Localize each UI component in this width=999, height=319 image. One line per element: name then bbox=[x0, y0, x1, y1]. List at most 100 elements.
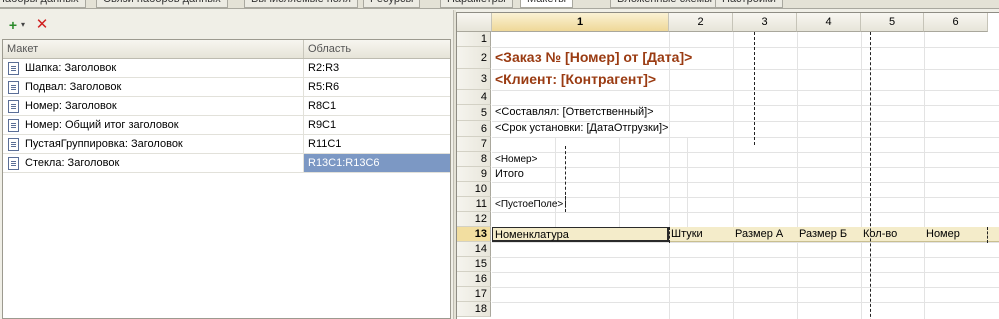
toolbar: + ▾ ✕ bbox=[0, 10, 453, 39]
layout-name: Номер: Общий итог заголовок bbox=[25, 119, 179, 131]
layout-area-cell[interactable]: R11C1 bbox=[304, 135, 450, 153]
row-header[interactable]: 6 bbox=[457, 121, 491, 137]
row-header[interactable]: 8 bbox=[457, 152, 491, 167]
table-row[interactable]: Подвал: Заголовок R5:R6 bbox=[3, 78, 450, 97]
section-boundary bbox=[669, 227, 670, 243]
layout-icon bbox=[8, 80, 19, 94]
tab-1[interactable]: Связи наборов данных bbox=[96, 0, 228, 8]
layout-name-cell[interactable]: Номер: Заголовок bbox=[3, 97, 304, 115]
row-header[interactable]: 7 bbox=[457, 137, 491, 152]
gridline bbox=[492, 47, 999, 48]
table-row[interactable]: Номер: Заголовок R8C1 bbox=[3, 97, 450, 116]
column-header[interactable]: 3 bbox=[733, 13, 797, 32]
gridline bbox=[492, 257, 999, 258]
layout-area-cell[interactable]: R5:R6 bbox=[304, 78, 450, 96]
client-title[interactable]: <Клиент: [Контрагент]> bbox=[495, 71, 656, 87]
layout-name-cell[interactable]: ПустаяГруппировка: Заголовок bbox=[3, 135, 304, 153]
gridline bbox=[492, 287, 999, 288]
tab-3[interactable]: Ресурсы bbox=[363, 0, 421, 8]
spreadsheet[interactable]: 1 2 3 4 5 6 1 2 3 4 5 6 7 8 9 10 11 12 13 14 15 16 17 18 Номенкл… bbox=[456, 12, 999, 319]
row-header[interactable]: 2 bbox=[457, 47, 491, 69]
layouts-panel: + ▾ ✕ Макет Область Шапка: Заголовок R2:R… bbox=[0, 10, 453, 319]
gridline bbox=[924, 32, 925, 319]
layout-area-cell[interactable]: R13C1:R13C6 bbox=[304, 154, 450, 172]
corner-cell bbox=[457, 13, 492, 32]
row-header[interactable]: 1 bbox=[457, 32, 491, 47]
band-cell[interactable]: Номенклатура bbox=[492, 227, 669, 242]
empty-field[interactable]: <ПустоеПоле> bbox=[495, 199, 563, 210]
tab-4[interactable]: Параметры bbox=[440, 0, 513, 8]
gridline bbox=[492, 90, 999, 91]
tab-7[interactable]: Настройки bbox=[715, 0, 783, 8]
row-header[interactable]: 18 bbox=[457, 302, 491, 317]
column-header[interactable]: 4 bbox=[797, 13, 861, 32]
layout-name-cell[interactable]: Номер: Общий итог заголовок bbox=[3, 116, 304, 134]
layout-icon bbox=[8, 118, 19, 132]
gridline bbox=[492, 152, 999, 153]
table-row[interactable]: Стекла: Заголовок R13C1:R13C6 bbox=[3, 154, 450, 173]
row-header[interactable]: 5 bbox=[457, 105, 491, 121]
gridline bbox=[733, 32, 734, 319]
layout-area-cell[interactable]: R2:R3 bbox=[304, 59, 450, 77]
gridline bbox=[492, 137, 999, 138]
row-header[interactable]: 13 bbox=[457, 227, 491, 242]
tab-0[interactable]: Наборы данных bbox=[0, 0, 86, 8]
row-header[interactable]: 11 bbox=[457, 197, 491, 212]
band-cell[interactable]: Размер Б bbox=[797, 227, 861, 242]
column-header[interactable]: 5 bbox=[861, 13, 924, 32]
gridline bbox=[492, 197, 999, 198]
number-field[interactable]: <Номер> bbox=[495, 154, 537, 165]
row-header[interactable]: 4 bbox=[457, 90, 491, 105]
layout-area-cell[interactable]: R8C1 bbox=[304, 97, 450, 115]
row-header[interactable]: 3 bbox=[457, 69, 491, 90]
delete-icon[interactable]: ✕ bbox=[33, 16, 51, 34]
row-header[interactable]: 14 bbox=[457, 242, 491, 257]
gridline bbox=[669, 32, 670, 319]
layout-icon bbox=[8, 99, 19, 113]
order-title[interactable]: <Заказ № [Номер] от [Дата]> bbox=[495, 49, 692, 65]
row-header[interactable]: 16 bbox=[457, 272, 491, 287]
layout-name-cell[interactable]: Подвал: Заголовок bbox=[3, 78, 304, 96]
tab-strip: Наборы данных Связи наборов данных Вычисля… bbox=[0, 0, 999, 9]
row-header[interactable]: 9 bbox=[457, 167, 491, 182]
dropdown-arrow-icon[interactable]: ▾ bbox=[18, 16, 28, 34]
column-header[interactable]: 6 bbox=[924, 13, 988, 32]
tab-6[interactable]: Вложенные схемы bbox=[610, 0, 720, 8]
gridline bbox=[619, 137, 620, 227]
layout-icon bbox=[8, 61, 19, 75]
section-boundary bbox=[565, 196, 566, 212]
gridline bbox=[797, 32, 798, 319]
band-cell[interactable]: Штуки bbox=[669, 227, 733, 242]
column-header-area[interactable]: Область bbox=[304, 40, 450, 58]
composer-field[interactable]: <Составлял: [Ответственный]> bbox=[495, 106, 654, 118]
section-boundary bbox=[987, 227, 988, 243]
row-header[interactable]: 10 bbox=[457, 182, 491, 197]
column-header-layout[interactable]: Макет bbox=[3, 40, 304, 58]
layouts-table: Макет Область Шапка: Заголовок R2:R3 Подва… bbox=[2, 39, 451, 319]
tab-5[interactable]: Макеты bbox=[520, 0, 574, 8]
layout-name-cell[interactable]: Стекла: Заголовок bbox=[3, 154, 304, 172]
layout-icon bbox=[8, 137, 19, 151]
total-label[interactable]: Итого bbox=[495, 168, 524, 180]
section-boundary bbox=[754, 32, 755, 145]
column-header[interactable]: 1 bbox=[492, 13, 669, 32]
layout-name: ПустаяГруппировка: Заголовок bbox=[25, 138, 183, 150]
layout-name: Номер: Заголовок bbox=[25, 100, 117, 112]
band-cell[interactable]: Размер А bbox=[733, 227, 797, 242]
gridline bbox=[861, 32, 862, 319]
row-header[interactable]: 17 bbox=[457, 287, 491, 302]
gridline bbox=[492, 212, 999, 213]
column-header[interactable]: 2 bbox=[669, 13, 733, 32]
install-date-field[interactable]: <Срок установки: [ДатаОтгрузки]> bbox=[495, 122, 668, 134]
layout-area-cell[interactable]: R9C1 bbox=[304, 116, 450, 134]
table-row[interactable]: Шапка: Заголовок R2:R3 bbox=[3, 59, 450, 78]
tab-2[interactable]: Вычисляемые поля bbox=[244, 0, 358, 8]
band-cell[interactable]: Номер bbox=[924, 227, 988, 242]
gridline bbox=[687, 137, 688, 227]
row-header[interactable]: 15 bbox=[457, 257, 491, 272]
table-row[interactable]: ПустаяГруппировка: Заголовок R11C1 bbox=[3, 135, 450, 154]
gridline bbox=[492, 182, 999, 183]
row-header[interactable]: 12 bbox=[457, 212, 491, 227]
table-row[interactable]: Номер: Общий итог заголовок R9C1 bbox=[3, 116, 450, 135]
layout-name-cell[interactable]: Шапка: Заголовок bbox=[3, 59, 304, 77]
